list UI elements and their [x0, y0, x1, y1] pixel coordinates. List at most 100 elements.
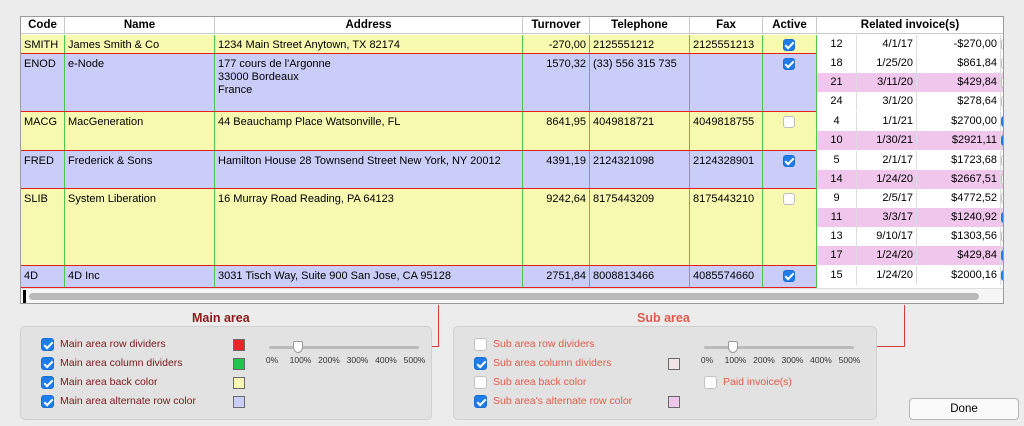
cell-fax[interactable]: 4085574660	[690, 266, 763, 288]
vertical-scrollbar[interactable]	[1003, 17, 1004, 303]
cell-address[interactable]: 177 cours de l'Argonne 33000 Bordeaux Fr…	[215, 54, 523, 112]
column-header-turnover[interactable]: Turnover	[523, 17, 590, 34]
cell-fax[interactable]: 8175443210	[690, 189, 763, 266]
cell-turnover[interactable]: 4391,19	[523, 151, 590, 189]
invoice-row[interactable]: 4 1/1/21 $2700,00	[817, 112, 1003, 131]
cell-code[interactable]: 4D	[21, 266, 65, 288]
cell-turnover[interactable]: 1570,32	[523, 54, 590, 112]
table-row[interactable]: SMITH James Smith & Co 1234 Main Street An…	[21, 35, 1003, 54]
table-row[interactable]: 4D 4D Inc 3031 Tisch Way, Suite 900 San Jo…	[21, 266, 1003, 288]
cell-turnover[interactable]: 8641,95	[523, 112, 590, 151]
invoice-row[interactable]: 5 2/1/17 $1723,68	[817, 151, 1003, 170]
cell-address[interactable]: 16 Murray Road Reading, PA 64123	[215, 189, 523, 266]
main_area-option[interactable]: Main area column dividers	[41, 356, 241, 372]
cell-active[interactable]	[763, 266, 817, 288]
cell-turnover[interactable]: 2751,84	[523, 266, 590, 288]
cell-address[interactable]: Hamilton House 28 Townsend Street New Yo…	[215, 151, 523, 189]
cell-code[interactable]: SLIB	[21, 189, 65, 266]
cell-telephone[interactable]: 4049818721	[590, 112, 690, 151]
cell-active[interactable]	[763, 35, 817, 54]
related-invoices-subgrid[interactable]: 18 1/25/20 $861,84 21 3/11/20 $429,84 24 3/1/20…	[817, 54, 1003, 112]
horizontal-scrollbar[interactable]	[21, 288, 1003, 303]
related-invoices-subgrid[interactable]: 4 1/1/21 $2700,00 10 1/30/21 $2921,11	[817, 112, 1003, 151]
sub_area-option-checkbox[interactable]	[474, 357, 487, 370]
main_area-option[interactable]: Main area alternate row color	[41, 394, 241, 410]
cell-telephone[interactable]: 8175443209	[590, 189, 690, 266]
main_area-color-swatch[interactable]	[233, 339, 245, 351]
main_area-option-checkbox[interactable]	[41, 357, 54, 370]
invoice-row[interactable]: 14 1/24/20 $2667,51	[817, 170, 1003, 189]
active-checkbox[interactable]	[783, 193, 795, 205]
cell-active[interactable]	[763, 112, 817, 151]
related-invoices-subgrid[interactable]: 12 4/1/17 -$270,00	[817, 35, 1003, 54]
invoice-row[interactable]: 13 9/10/17 $1303,56	[817, 227, 1003, 246]
cell-turnover[interactable]: 9242,64	[523, 189, 590, 266]
cell-telephone[interactable]: (33) 556 315 735	[590, 54, 690, 112]
paid-invoices-checkbox[interactable]	[704, 376, 717, 389]
cell-turnover[interactable]: -270,00	[523, 35, 590, 54]
cell-name[interactable]: Frederick & Sons	[65, 151, 215, 189]
main_area-option-checkbox[interactable]	[41, 338, 54, 351]
sub_area-option-checkbox[interactable]	[474, 376, 487, 389]
column-header-telephone[interactable]: Telephone	[590, 17, 690, 34]
paid-invoices-option[interactable]: Paid invoice(s)	[704, 375, 854, 391]
cell-address[interactable]: 44 Beauchamp Place Watsonville, FL	[215, 112, 523, 151]
main_area-zoom-slider[interactable]: 0% 100% 200% 300% 400% 500%	[266, 341, 427, 367]
cell-name[interactable]: System Liberation	[65, 189, 215, 266]
main_area-option-checkbox[interactable]	[41, 395, 54, 408]
invoice-row[interactable]: 15 1/24/20 $2000,16	[817, 266, 1003, 285]
cell-name[interactable]: MacGeneration	[65, 112, 215, 151]
customer-list-grid[interactable]: Code Name Address Turnover Telephone Fax…	[20, 16, 1004, 304]
active-checkbox[interactable]	[783, 155, 795, 167]
invoice-row[interactable]: 24 3/1/20 $278,64	[817, 92, 1003, 111]
column-header-address[interactable]: Address	[215, 17, 523, 34]
cell-fax[interactable]: 2124328901	[690, 151, 763, 189]
invoice-row[interactable]: 17 1/24/20 $429,84	[817, 246, 1003, 265]
main_area-color-swatch[interactable]	[233, 396, 245, 408]
cell-telephone[interactable]: 8008813466	[590, 266, 690, 288]
column-header-active[interactable]: Active	[763, 17, 817, 34]
active-checkbox[interactable]	[783, 270, 795, 282]
table-row[interactable]: ENOD e-Node 177 cours de l'Argonne 33000 B…	[21, 54, 1003, 112]
active-checkbox[interactable]	[783, 116, 795, 128]
related-invoices-subgrid[interactable]: 15 1/24/20 $2000,16	[817, 266, 1003, 288]
done-button[interactable]: Done	[909, 398, 1019, 420]
cell-name[interactable]: 4D Inc	[65, 266, 215, 288]
sub_area-color-swatch[interactable]	[668, 396, 680, 408]
table-row[interactable]: SLIB System Liberation 16 Murray Road Read…	[21, 189, 1003, 266]
active-checkbox[interactable]	[783, 58, 795, 70]
main_area-option[interactable]: Main area row dividers	[41, 337, 241, 353]
main_area-color-swatch[interactable]	[233, 358, 245, 370]
invoice-row[interactable]: 21 3/11/20 $429,84	[817, 73, 1003, 92]
column-header-code[interactable]: Code	[21, 17, 65, 34]
column-header-name[interactable]: Name	[65, 17, 215, 34]
cell-active[interactable]	[763, 54, 817, 112]
cell-fax[interactable]: 4049818755	[690, 112, 763, 151]
sub_area-option[interactable]: Sub area row dividers	[474, 337, 674, 353]
invoice-row[interactable]: 10 1/30/21 $2921,11	[817, 131, 1003, 150]
cell-name[interactable]: James Smith & Co	[65, 35, 215, 54]
column-header-related-invoices[interactable]: Related invoice(s)	[817, 17, 1003, 34]
invoice-row[interactable]: 9 2/5/17 $4772,52	[817, 189, 1003, 208]
cell-telephone[interactable]: 2124321098	[590, 151, 690, 189]
cell-active[interactable]	[763, 151, 817, 189]
invoice-row[interactable]: 18 1/25/20 $861,84	[817, 54, 1003, 73]
cell-address[interactable]: 1234 Main Street Anytown, TX 82174	[215, 35, 523, 54]
related-invoices-subgrid[interactable]: 5 2/1/17 $1723,68 14 1/24/20 $2667,51	[817, 151, 1003, 189]
table-row[interactable]: FRED Frederick & Sons Hamilton House 28 To…	[21, 151, 1003, 189]
slider-knob[interactable]	[293, 341, 304, 353]
cell-address[interactable]: 3031 Tisch Way, Suite 900 San Jose, CA 9…	[215, 266, 523, 288]
slider-knob[interactable]	[728, 341, 739, 353]
sub_area-option[interactable]: Sub area's alternate row color	[474, 394, 674, 410]
cell-code[interactable]: FRED	[21, 151, 65, 189]
cell-code[interactable]: MACG	[21, 112, 65, 151]
cell-active[interactable]	[763, 189, 817, 266]
sub_area-option[interactable]: Sub area back color	[474, 375, 674, 391]
column-header-fax[interactable]: Fax	[690, 17, 763, 34]
related-invoices-subgrid[interactable]: 9 2/5/17 $4772,52 11 3/3/17 $1240,92 13 9/10/17…	[817, 189, 1003, 266]
main_area-option[interactable]: Main area back color	[41, 375, 241, 391]
cell-fax[interactable]: 2125551213	[690, 35, 763, 54]
cell-telephone[interactable]: 2125551212	[590, 35, 690, 54]
main_area-color-swatch[interactable]	[233, 377, 245, 389]
cell-name[interactable]: e-Node	[65, 54, 215, 112]
